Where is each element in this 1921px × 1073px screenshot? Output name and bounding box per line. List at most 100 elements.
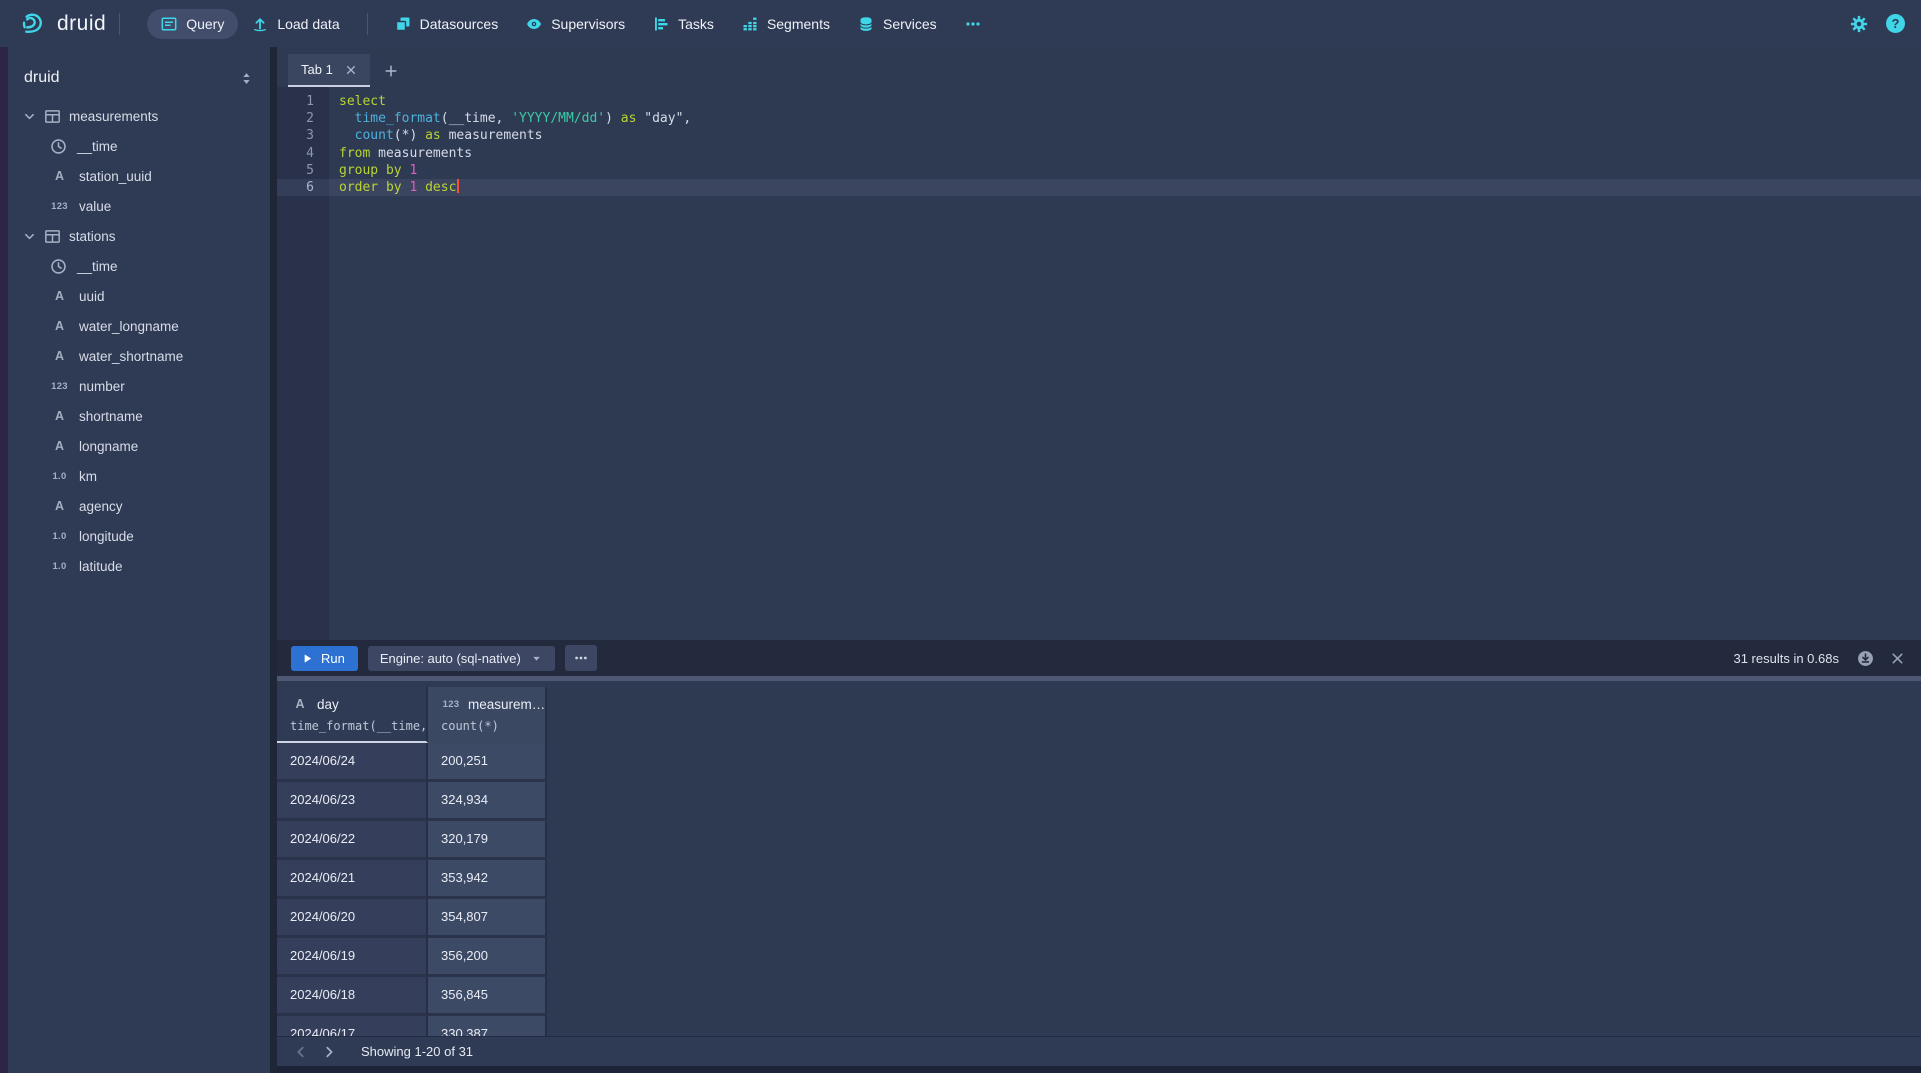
table-cell[interactable]: 320,179 [428, 821, 547, 860]
table-cell[interactable]: 2024/06/23 [277, 782, 428, 821]
results-header: Aday time_format(__time, …123measurem…cou… [277, 687, 1921, 743]
nav-item-label: Tasks [678, 16, 714, 32]
nav-item-query[interactable]: Query [147, 9, 238, 39]
bottom-strip [277, 1066, 1921, 1073]
tree-item-water-longname[interactable]: Awater_longname [8, 311, 270, 341]
tree-item-uuid[interactable]: Auuid [8, 281, 270, 311]
table-cell[interactable]: 356,200 [428, 938, 547, 977]
table-cell[interactable]: 2024/06/22 [277, 821, 428, 860]
nav-item-label: Supervisors [551, 16, 625, 32]
help-icon[interactable] [1886, 14, 1905, 33]
column-header-1[interactable]: Aday time_format(__time, … [277, 687, 428, 743]
column-name: day [317, 697, 339, 712]
column-header-2[interactable]: 123measurem…count(*) [428, 687, 547, 743]
table-cell[interactable]: 356,845 [428, 977, 547, 1016]
clock-icon [50, 138, 67, 155]
table-cell[interactable]: 2024/06/20 [277, 899, 428, 938]
segments-icon [742, 16, 758, 32]
line-number: 4 [277, 145, 329, 162]
code-line: order by 1 desc [329, 179, 1921, 196]
table-cell[interactable]: 2024/06/24 [277, 743, 428, 782]
nav-item-more[interactable] [951, 9, 995, 39]
table-cell[interactable]: 2024/06/21 [277, 860, 428, 899]
tree-item---time[interactable]: __time [8, 131, 270, 161]
sql-editor[interactable]: 123456 select time_format(__time, 'YYYY/… [277, 87, 1921, 640]
tree-item-value[interactable]: 123 value [8, 191, 270, 221]
logo-text: druid [57, 12, 106, 36]
number-type-icon: 123 [441, 696, 461, 712]
table-cell[interactable]: 2024/06/19 [277, 938, 428, 977]
table-cell[interactable]: 200,251 [428, 743, 547, 782]
table-icon [44, 108, 61, 125]
string-type-icon: A [290, 696, 310, 712]
tree-item-shortname[interactable]: Ashortname [8, 401, 270, 431]
nav-item-load-data[interactable]: Load data [238, 9, 353, 39]
string-type-icon: A [50, 408, 69, 425]
line-number: 6 [277, 179, 329, 196]
float-type-icon: 1.0 [50, 558, 69, 575]
tree-item-station-uuid[interactable]: Astation_uuid [8, 161, 270, 191]
next-page-button[interactable] [315, 1040, 343, 1064]
sidebar-main-gap [270, 47, 277, 1073]
table-cell[interactable]: 353,942 [428, 860, 547, 899]
line-number: 3 [277, 127, 329, 144]
nav-item-datasources[interactable]: Datasources [381, 9, 513, 39]
nav-item-services[interactable]: Services [844, 9, 951, 39]
column-expression: time_format(__time, … [290, 719, 426, 733]
number-type-icon: 123 [50, 198, 69, 215]
nav-item-tasks[interactable]: Tasks [639, 9, 728, 39]
nav-divider [119, 13, 120, 35]
tree-item-label: shortname [79, 409, 143, 424]
schema-tree: measurements__timeAstation_uuid123values… [8, 101, 270, 581]
table-cell[interactable]: 324,934 [428, 782, 547, 821]
run-button[interactable]: Run [291, 646, 358, 671]
tree-item-measurements[interactable]: measurements [8, 101, 270, 131]
chevron-down-icon [23, 230, 36, 243]
code-line: group by 1 [329, 162, 1921, 179]
tree-item-longname[interactable]: Alongname [8, 431, 270, 461]
tree-item-latitude[interactable]: 1.0 latitude [8, 551, 270, 581]
tab-close-icon[interactable] [345, 64, 357, 76]
table-row: 2024/06/22320,179 [277, 821, 1921, 860]
line-number: 2 [277, 110, 329, 127]
tree-item-stations[interactable]: stations [8, 221, 270, 251]
nav-item-supervisors[interactable]: Supervisors [512, 9, 639, 39]
download-icon[interactable] [1857, 650, 1874, 667]
previous-page-button[interactable] [287, 1040, 315, 1064]
druid-logo[interactable]: druid [20, 10, 106, 37]
supervisors-icon [526, 16, 542, 32]
clock-icon [50, 258, 67, 275]
table-icon [44, 228, 61, 245]
tree-item---time[interactable]: __time [8, 251, 270, 281]
new-tab-icon[interactable] [384, 64, 398, 78]
tree-item-label: longitude [79, 529, 134, 544]
results-body: 2024/06/24200,2512024/06/23324,9342024/0… [277, 743, 1921, 1055]
tree-item-water-shortname[interactable]: Awater_shortname [8, 341, 270, 371]
results-footer: Showing 1-20 of 31 [277, 1036, 1921, 1066]
main-panel: Tab 1 123456 select time_format(__time, … [277, 47, 1921, 1073]
line-number: 1 [277, 93, 329, 110]
results-info: 31 results in 0.68s [1733, 651, 1839, 666]
table-cell[interactable]: 354,807 [428, 899, 547, 938]
table-cell[interactable]: 2024/06/18 [277, 977, 428, 1016]
tree-item-number[interactable]: 123number [8, 371, 270, 401]
tree-item-km[interactable]: 1.0km [8, 461, 270, 491]
string-type-icon: A [50, 288, 69, 305]
close-results-icon[interactable] [1890, 651, 1905, 666]
engine-select-button[interactable]: Engine: auto (sql-native) [368, 646, 555, 671]
sort-icon[interactable] [239, 71, 254, 86]
text-cursor [457, 179, 459, 193]
table-row: 2024/06/20354,807 [277, 899, 1921, 938]
editor-gutter: 123456 [277, 87, 329, 640]
query-more-button[interactable] [565, 645, 597, 671]
tree-item-label: longname [79, 439, 138, 454]
tree-item-label: latitude [79, 559, 123, 574]
tasks-icon [653, 16, 669, 32]
tree-item-agency[interactable]: Aagency [8, 491, 270, 521]
table-row: 2024/06/21353,942 [277, 860, 1921, 899]
gear-icon[interactable] [1850, 15, 1868, 33]
tree-item-label: value [79, 199, 111, 214]
tree-item-longitude[interactable]: 1.0longitude [8, 521, 270, 551]
nav-item-segments[interactable]: Segments [728, 9, 844, 39]
tab-1[interactable]: Tab 1 [288, 54, 370, 87]
